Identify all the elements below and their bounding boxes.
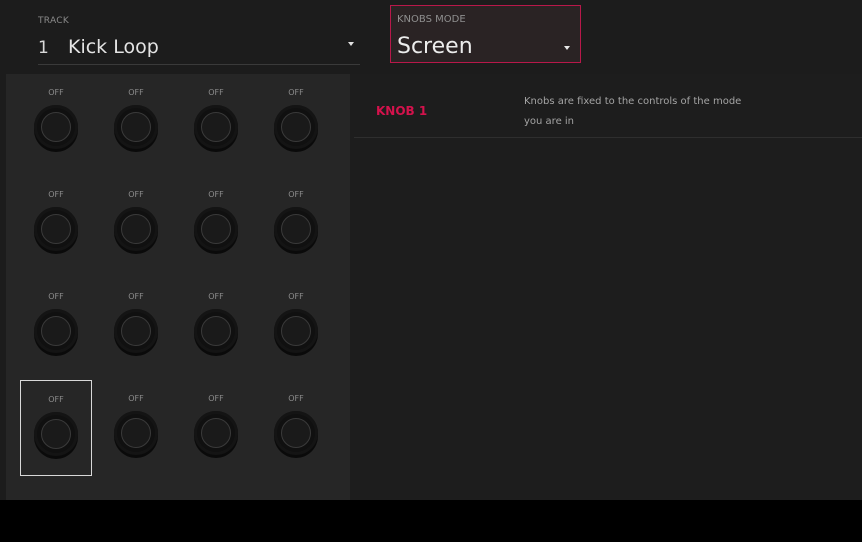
knob-cell[interactable]: OFF [180, 74, 252, 170]
knob-cap [41, 112, 71, 142]
knob-cell[interactable]: OFF [100, 176, 172, 272]
knob-icon[interactable] [274, 207, 318, 251]
knob-label: OFF [208, 88, 224, 97]
knob-cap [41, 419, 71, 449]
selected-knob-name: KNOB 1 [376, 104, 428, 118]
footer-bar [0, 500, 862, 542]
knob-icon[interactable] [194, 207, 238, 251]
knob-icon[interactable] [194, 309, 238, 353]
knob-cell[interactable]: OFF [20, 74, 92, 170]
knob-label: OFF [288, 394, 304, 403]
knob-cell[interactable]: OFF [260, 74, 332, 170]
knob-cap [41, 214, 71, 244]
knob-icon[interactable] [34, 309, 78, 353]
knob-cap [201, 112, 231, 142]
track-caption: TRACK [38, 16, 70, 26]
knob-label: OFF [48, 292, 64, 301]
knobs-mode-value: Screen [397, 34, 473, 59]
knob-cell[interactable]: OFF [100, 74, 172, 170]
knob-icon[interactable] [34, 105, 78, 149]
knob-icon[interactable] [114, 309, 158, 353]
knob-icon[interactable] [34, 207, 78, 251]
knob-label: OFF [128, 292, 144, 301]
knob-label: OFF [208, 292, 224, 301]
knob-cap [281, 418, 311, 448]
knob-icon[interactable] [194, 105, 238, 149]
knob-cap [121, 214, 151, 244]
track-name: Kick Loop [68, 36, 159, 58]
knob-cell[interactable]: OFF [20, 380, 92, 476]
knob-label: OFF [288, 88, 304, 97]
knob-icon[interactable] [34, 412, 78, 456]
knob-info-panel: KNOB 1 Knobs are fixed to the controls o… [350, 74, 862, 500]
knob-cap [281, 214, 311, 244]
knob-cap [121, 316, 151, 346]
knob-label: OFF [288, 190, 304, 199]
knob-grid: OFF OFF OFF OFF OFF OFF OFF OFF OFF OFF OFF OFF OFF O… [6, 74, 350, 500]
knob-cell[interactable]: OFF [100, 380, 172, 476]
knobs-mode-caption: KNOBS MODE [397, 14, 466, 25]
knob-cell[interactable]: OFF [20, 278, 92, 374]
knob-label: OFF [48, 395, 64, 404]
knob-icon[interactable] [274, 411, 318, 455]
knob-label: OFF [208, 394, 224, 403]
knob-label: OFF [128, 394, 144, 403]
knob-cap [201, 214, 231, 244]
knob-icon[interactable] [274, 309, 318, 353]
knobs-mode-selector[interactable]: KNOBS MODE Screen [390, 5, 581, 63]
knob-icon[interactable] [194, 411, 238, 455]
knob-icon[interactable] [114, 207, 158, 251]
knob-cell[interactable]: OFF [100, 278, 172, 374]
knob-cell[interactable]: OFF [180, 278, 252, 374]
knob-cap [121, 112, 151, 142]
track-number: 1 [38, 38, 49, 58]
knob-cell[interactable]: OFF [260, 278, 332, 374]
dropdown-arrow-icon[interactable] [564, 46, 570, 50]
header-bar: TRACK 1 Kick Loop KNOBS MODE Screen [0, 0, 862, 74]
knob-info-row: KNOB 1 Knobs are fixed to the controls o… [354, 82, 862, 138]
knob-label: OFF [288, 292, 304, 301]
knob-label: OFF [128, 190, 144, 199]
knob-cap [121, 418, 151, 448]
knob-cap [41, 316, 71, 346]
knob-cell[interactable]: OFF [260, 380, 332, 476]
dropdown-arrow-icon[interactable] [348, 42, 354, 46]
track-selector[interactable]: TRACK 1 Kick Loop [38, 12, 360, 65]
knob-icon[interactable] [114, 411, 158, 455]
knob-label: OFF [48, 190, 64, 199]
knob-label: OFF [128, 88, 144, 97]
knob-label: OFF [48, 88, 64, 97]
knob-cap [281, 112, 311, 142]
knob-icon[interactable] [274, 105, 318, 149]
knob-cell[interactable]: OFF [180, 380, 252, 476]
knob-description: Knobs are fixed to the controls of the m… [524, 96, 742, 127]
knob-cap [201, 316, 231, 346]
knob-icon[interactable] [114, 105, 158, 149]
knob-cell[interactable]: OFF [180, 176, 252, 272]
knob-label: OFF [208, 190, 224, 199]
knob-cell[interactable]: OFF [20, 176, 92, 272]
knob-cap [281, 316, 311, 346]
knob-cell[interactable]: OFF [260, 176, 332, 272]
knob-cap [201, 418, 231, 448]
